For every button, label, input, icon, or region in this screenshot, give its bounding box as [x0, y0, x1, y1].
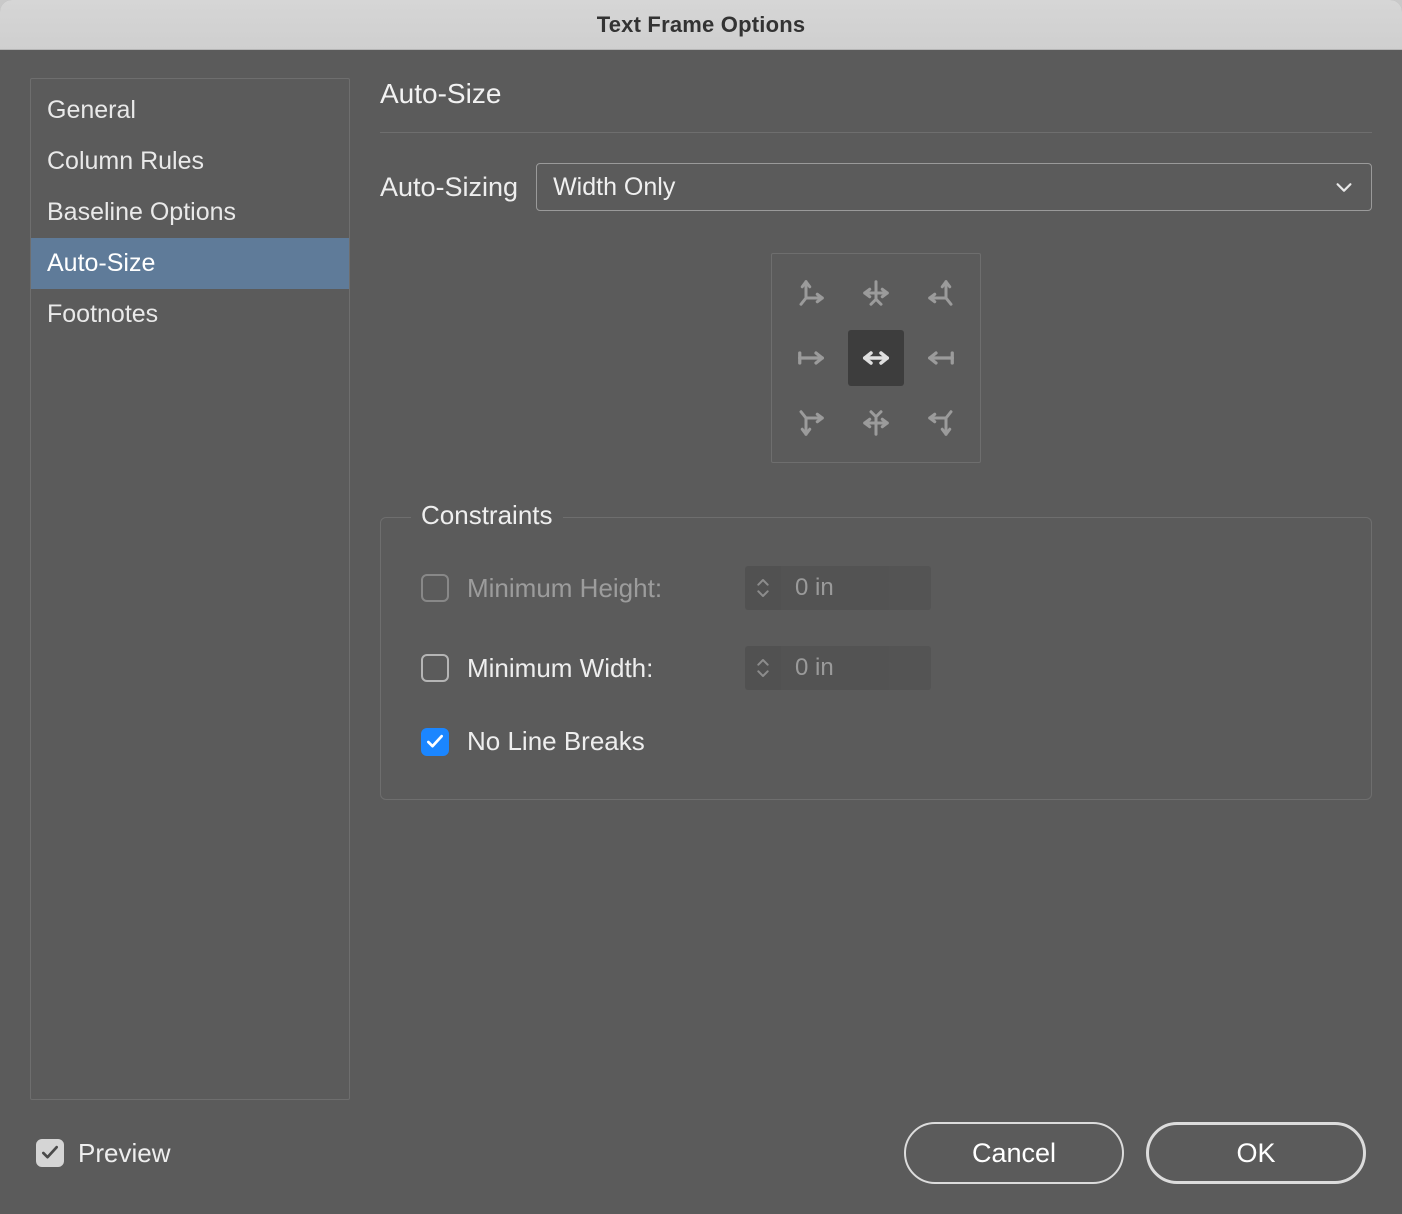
anchor-top-right-icon — [926, 278, 956, 308]
min-height-stepper: 0 in — [745, 566, 931, 610]
anchor-top-right[interactable] — [913, 265, 969, 321]
panel-title: Auto-Size — [380, 78, 1372, 133]
cancel-button[interactable]: Cancel — [904, 1122, 1124, 1184]
sidebar-item-column-rules[interactable]: Column Rules — [31, 136, 349, 187]
sidebar-item-label: General — [47, 96, 136, 124]
min-width-label: Minimum Width: — [467, 653, 727, 684]
no-breaks-row: No Line Breaks — [421, 726, 1331, 757]
ok-button[interactable]: OK — [1146, 1122, 1366, 1184]
cancel-button-label: Cancel — [972, 1138, 1056, 1169]
sidebar-item-general[interactable]: General — [31, 85, 349, 136]
no-line-breaks-label: No Line Breaks — [467, 726, 727, 757]
sidebar-item-label: Footnotes — [47, 300, 158, 328]
auto-sizing-select[interactable]: Width Only — [536, 163, 1372, 211]
anchor-mid-left[interactable] — [783, 330, 839, 386]
anchor-bottom-right-icon — [926, 408, 956, 438]
chevron-up-icon — [755, 656, 771, 668]
auto-sizing-row: Auto-Sizing Width Only — [380, 163, 1372, 211]
anchor-grid — [771, 253, 981, 463]
sidebar-item-auto-size[interactable]: Auto-Size — [31, 238, 349, 289]
ok-button-label: OK — [1236, 1138, 1275, 1169]
stepper-buttons[interactable] — [745, 646, 781, 690]
min-height-value: 0 in — [781, 566, 931, 610]
sidebar-item-footnotes[interactable]: Footnotes — [31, 289, 349, 340]
chevron-down-icon — [755, 668, 771, 680]
anchor-bottom-right[interactable] — [913, 395, 969, 451]
constraints-legend: Constraints — [411, 500, 563, 531]
anchor-top-center[interactable] — [848, 265, 904, 321]
min-width-stepper[interactable]: 0 in — [745, 646, 931, 690]
footer-left: Preview — [36, 1138, 170, 1169]
chevron-up-icon — [755, 576, 771, 588]
min-width-row: Minimum Width: 0 in — [421, 646, 1331, 690]
min-width-value: 0 in — [781, 646, 931, 690]
anchor-top-left-icon — [796, 278, 826, 308]
anchor-grid-wrap — [380, 253, 1372, 463]
min-height-label: Minimum Height: — [467, 573, 727, 604]
auto-sizing-select-value: Width Only — [553, 173, 675, 202]
footer-buttons: Cancel OK — [904, 1122, 1366, 1184]
preview-checkbox[interactable] — [36, 1139, 64, 1167]
dialog-body: General Column Rules Baseline Options Au… — [0, 50, 1402, 1214]
min-height-checkbox — [421, 574, 449, 602]
chevron-down-icon — [1333, 176, 1355, 198]
stepper-buttons — [745, 566, 781, 610]
min-height-row: Minimum Height: 0 in — [421, 566, 1331, 610]
sidebar-item-label: Auto-Size — [47, 249, 155, 277]
auto-sizing-label: Auto-Sizing — [380, 172, 518, 203]
min-width-checkbox[interactable] — [421, 654, 449, 682]
anchor-bottom-center-icon — [861, 408, 891, 438]
main-panel: Auto-Size Auto-Sizing Width Only — [380, 78, 1372, 1100]
title-text: Text Frame Options — [597, 12, 806, 38]
anchor-bottom-center[interactable] — [848, 395, 904, 451]
anchor-mid-center[interactable] — [848, 330, 904, 386]
sidebar: General Column Rules Baseline Options Au… — [30, 78, 350, 1100]
dialog-content: General Column Rules Baseline Options Au… — [30, 78, 1372, 1100]
anchor-mid-right-icon — [926, 343, 956, 373]
sidebar-item-baseline-options[interactable]: Baseline Options — [31, 187, 349, 238]
preview-label: Preview — [78, 1138, 170, 1169]
constraints-fieldset: Constraints Minimum Height: 0 in — [380, 517, 1372, 800]
anchor-mid-right[interactable] — [913, 330, 969, 386]
dialog-window: Text Frame Options General Column Rules … — [0, 0, 1402, 1214]
anchor-top-left[interactable] — [783, 265, 839, 321]
anchor-bottom-left-icon — [796, 408, 826, 438]
sidebar-item-label: Column Rules — [47, 147, 204, 175]
dialog-footer: Preview Cancel OK — [30, 1100, 1372, 1190]
anchor-mid-center-icon — [861, 343, 891, 373]
anchor-top-center-icon — [861, 278, 891, 308]
chevron-down-icon — [755, 588, 771, 600]
anchor-mid-left-icon — [796, 343, 826, 373]
anchor-bottom-left[interactable] — [783, 395, 839, 451]
titlebar: Text Frame Options — [0, 0, 1402, 50]
no-line-breaks-checkbox[interactable] — [421, 728, 449, 756]
sidebar-item-label: Baseline Options — [47, 198, 236, 226]
